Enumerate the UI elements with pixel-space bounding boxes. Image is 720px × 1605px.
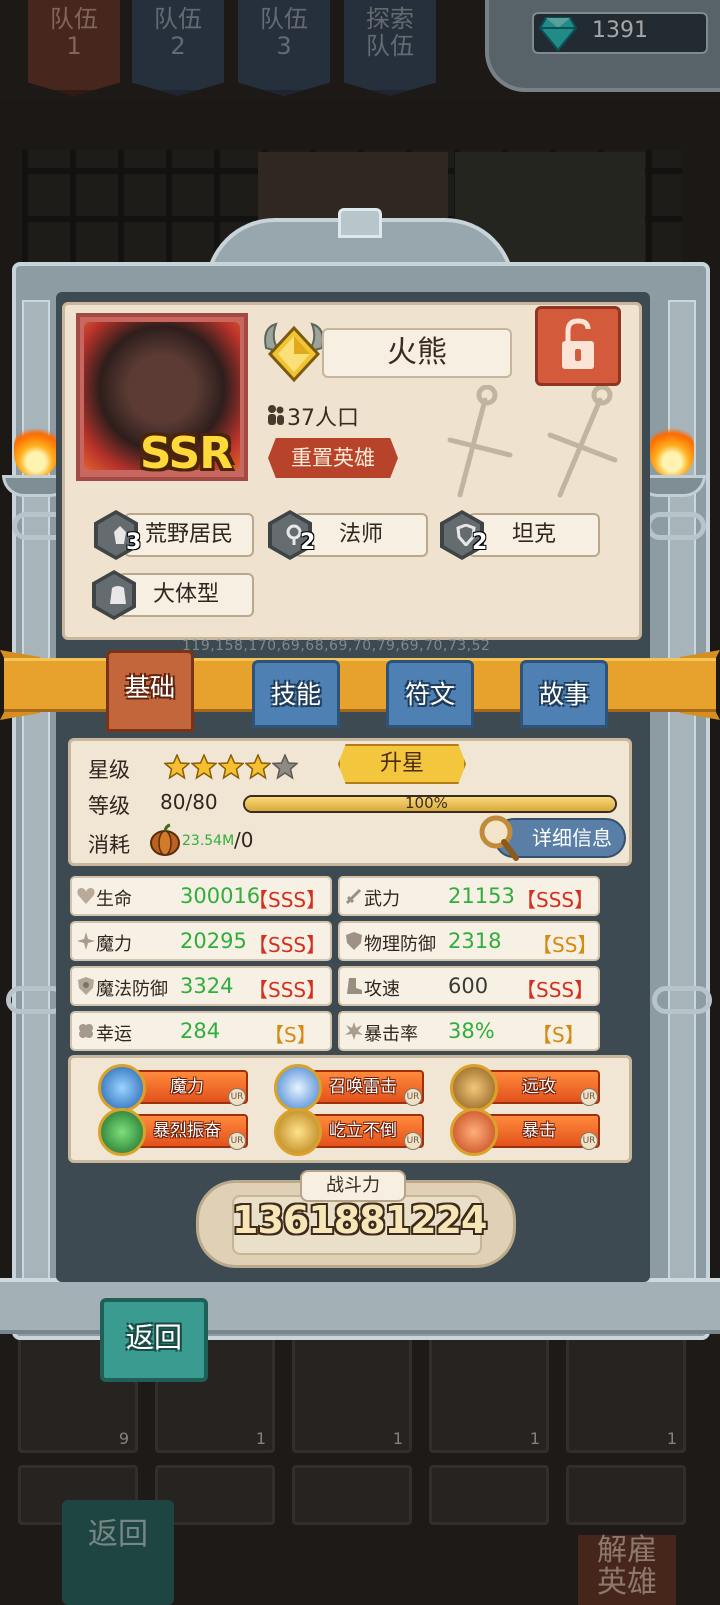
- stat-name: 暴击率: [364, 1024, 418, 1045]
- tab-story[interactable]: 故事: [520, 660, 608, 728]
- stand-icon: [274, 1108, 322, 1156]
- skill-rarity-tag: UR: [404, 1132, 422, 1150]
- skill-rarity-tag: UR: [404, 1088, 422, 1106]
- bow-icon: [450, 1064, 498, 1112]
- trait-label: 法师: [338, 522, 383, 547]
- tab-basic[interactable]: 基础: [106, 650, 194, 732]
- magnifier-icon: [479, 815, 519, 861]
- trait-large-body[interactable]: 大体型: [118, 573, 254, 617]
- magic-shield-icon: [78, 977, 94, 995]
- stat-grade: 【S】: [264, 1023, 317, 1047]
- rank-badge-icon: [264, 322, 324, 383]
- shield-icon: [346, 932, 362, 950]
- stat-value: 600: [448, 974, 489, 998]
- stat-grade: 【SSS】: [516, 978, 595, 1002]
- tab-runes[interactable]: 符文: [386, 660, 474, 728]
- trait-count: 2: [472, 530, 488, 555]
- skill-rarity-tag: UR: [228, 1088, 246, 1106]
- stat-grade: 【S】: [532, 1023, 585, 1047]
- large-body-glyph-icon: [110, 586, 126, 604]
- return-button[interactable]: 返回: [100, 1298, 208, 1382]
- star-label: 星级: [88, 758, 130, 782]
- upgrade-star-button[interactable]: 升星: [338, 744, 466, 784]
- skill-rarity-tag: UR: [580, 1132, 598, 1150]
- stat-grade: 【SSS】: [248, 888, 327, 912]
- star-filled-icon: [245, 754, 271, 780]
- stat-value: 20295: [180, 929, 247, 953]
- star-filled-icon: [164, 754, 190, 780]
- stat-grade: 【SSS】: [248, 978, 327, 1002]
- burst-icon: [345, 1022, 363, 1040]
- frame-knob: [338, 208, 382, 238]
- level-label: 等级: [88, 794, 130, 818]
- trait-wild-tribe[interactable]: 荒野居民: [124, 513, 254, 557]
- trait-count: 3: [126, 530, 142, 555]
- trait-label: 荒野居民: [144, 522, 233, 547]
- heart-icon: [77, 888, 95, 904]
- trait-tank[interactable]: 坦克: [468, 513, 600, 557]
- combat-power-value: 1361881224: [232, 1198, 487, 1242]
- population-icon: [268, 405, 284, 425]
- stat-name: 生命: [96, 889, 132, 910]
- stat-grade: 【SSS】: [248, 933, 327, 957]
- stat-value: 284: [180, 1019, 221, 1043]
- lock-toggle-button[interactable]: [535, 306, 621, 386]
- level-value: 80/80: [160, 790, 218, 814]
- cost-value: 23.54M: [182, 833, 235, 849]
- stat-name: 物理防御: [364, 934, 436, 955]
- cost-label: 消耗: [88, 833, 130, 857]
- rage-icon: [98, 1108, 146, 1156]
- rarity-badge: SSR: [139, 428, 233, 479]
- sparkle-icon: [77, 932, 95, 950]
- stat-name: 魔法防御: [96, 979, 168, 1000]
- level-percent: 100%: [405, 794, 448, 812]
- stat-name: 魔力: [96, 934, 132, 955]
- reset-hero-button[interactable]: 重置英雄: [268, 438, 398, 478]
- crossed-swords-icon: [447, 385, 618, 498]
- star-filled-icon: [191, 754, 217, 780]
- clover-icon: [79, 1024, 93, 1038]
- star-filled-icon: [218, 754, 244, 780]
- magic-book-icon: [98, 1064, 146, 1112]
- stat-name: 幸运: [96, 1024, 132, 1045]
- sword-icon: [345, 888, 362, 905]
- chain-icon: [646, 512, 706, 540]
- chain-icon: [652, 986, 712, 1014]
- torch-flame-icon: [650, 420, 694, 476]
- critical-icon: [450, 1108, 498, 1156]
- boot-icon: [347, 978, 362, 994]
- lightning-icon: [274, 1064, 322, 1112]
- skill-rarity-tag: UR: [580, 1088, 598, 1106]
- stat-grade: 【SS】: [532, 933, 598, 957]
- trait-count: 2: [300, 530, 316, 555]
- population-cost: 37人口: [287, 406, 359, 431]
- stat-value: 21153: [448, 884, 515, 908]
- stat-name: 攻速: [364, 979, 400, 1000]
- star-empty-icon: [272, 754, 298, 780]
- stat-value: 2318: [448, 929, 502, 953]
- pumpkin-icon: [150, 823, 180, 856]
- unlock-icon: [562, 318, 594, 369]
- skill-rarity-tag: UR: [228, 1132, 246, 1150]
- cost-max: /0: [234, 828, 254, 852]
- torch-flame-icon: [14, 420, 58, 476]
- tab-skills[interactable]: 技能: [252, 660, 340, 728]
- stat-value: 3324: [180, 974, 234, 998]
- stat-grade: 【SSS】: [516, 888, 595, 912]
- stat-value: 38%: [448, 1019, 495, 1043]
- hero-name: 火熊: [322, 328, 512, 378]
- trait-label: 大体型: [152, 582, 219, 607]
- stat-name: 武力: [364, 889, 400, 910]
- debug-values: 119,158,170,69,68,69,70,79,69,70,73,52: [182, 638, 491, 654]
- trait-label: 坦克: [511, 522, 556, 547]
